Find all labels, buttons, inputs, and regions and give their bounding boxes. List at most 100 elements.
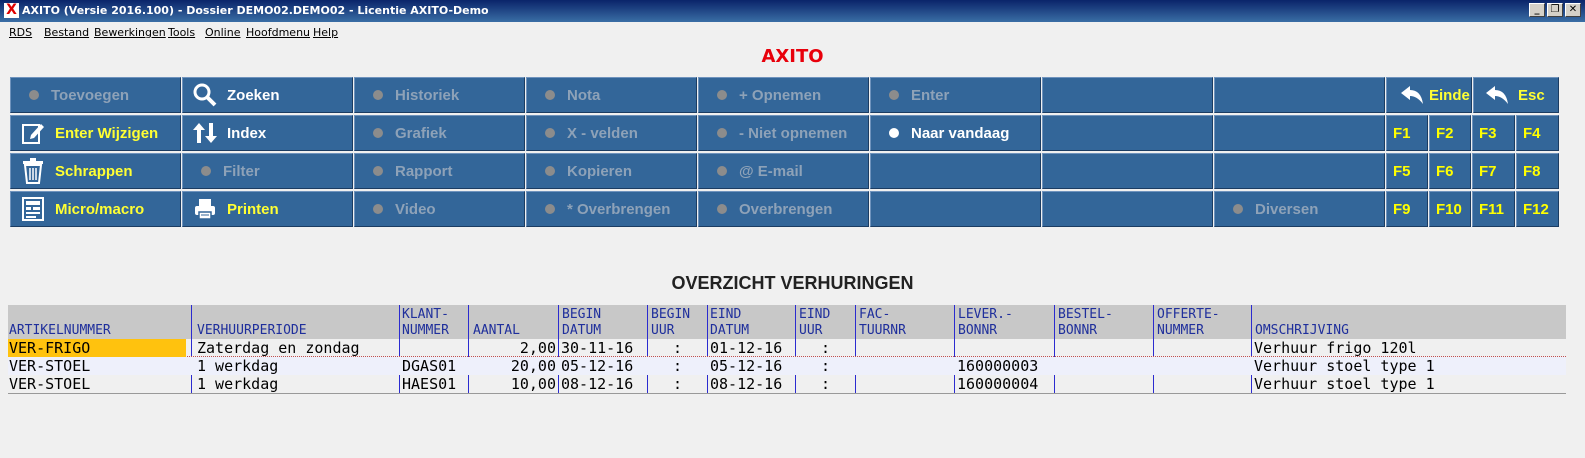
col-header-leverbonnr[interactable]: LEVER.- BONNR (957, 305, 1053, 339)
toevoegen-button[interactable]: Toevoegen (10, 77, 181, 113)
cell-factuurnr[interactable] (857, 375, 953, 393)
cell-verhuurperiode[interactable]: 1 werkdag (196, 375, 396, 393)
cell-eind-datum[interactable]: 01-12-16 (709, 339, 794, 357)
menu-bestand[interactable]: Bestand (44, 26, 89, 39)
f10-key[interactable]: F10 (1429, 191, 1471, 227)
cell-eind-uur[interactable]: : (796, 339, 854, 357)
niet-opnemen-button[interactable]: - Niet opnemen (698, 115, 869, 151)
cell-bestelbonnr[interactable] (1056, 339, 1152, 357)
historiek-button[interactable]: Historiek (354, 77, 525, 113)
col-header-offertenummer[interactable]: OFFERTE- NUMMER (1156, 305, 1252, 339)
f5-key[interactable]: F5 (1386, 153, 1428, 189)
table-row[interactable]: VER-STOEL 1 werkdag HAES01 10,00 08-12-1… (8, 375, 1566, 393)
star-overbrengen-button[interactable]: * Overbrengen (526, 191, 697, 227)
cell-artikelnummer[interactable]: VER-STOEL (8, 357, 186, 375)
cell-bestelbonnr[interactable] (1056, 357, 1152, 375)
cell-factuurnr[interactable] (857, 357, 953, 375)
menu-help[interactable]: Help (313, 26, 338, 39)
email-button[interactable]: @ E-mail (698, 153, 869, 189)
minimize-icon[interactable]: _ (1529, 3, 1545, 17)
menu-tools[interactable]: Tools (168, 26, 195, 39)
naar-vandaag-button[interactable]: Naar vandaag (870, 115, 1041, 151)
col-header-omschrijving[interactable]: OMSCHRIJVING (1254, 305, 1554, 339)
schrappen-button[interactable]: Schrappen (10, 153, 181, 189)
close-icon[interactable]: ✕ (1565, 3, 1581, 17)
f3-key[interactable]: F3 (1472, 115, 1515, 151)
cell-eind-uur[interactable]: : (796, 375, 854, 393)
cell-klantnummer[interactable]: HAES01 (401, 375, 467, 393)
cell-artikelnummer[interactable]: VER-STOEL (8, 375, 186, 393)
cell-verhuurperiode[interactable]: 1 werkdag (196, 357, 396, 375)
cell-offertenummer[interactable] (1155, 357, 1250, 375)
menu-online[interactable]: Online (205, 26, 240, 39)
cell-begin-uur[interactable]: : (648, 339, 706, 357)
micro-macro-button[interactable]: Micro/macro (10, 191, 181, 227)
einde-button[interactable]: Einde (1386, 77, 1472, 113)
f11-key[interactable]: F11 (1472, 191, 1515, 227)
cell-leverbonnr[interactable]: 160000003 (956, 357, 1053, 375)
enter-button[interactable]: Enter (870, 77, 1041, 113)
cell-klantnummer[interactable] (401, 339, 467, 357)
col-header-begin-uur[interactable]: BEGIN UUR (650, 305, 706, 339)
cell-omschrijving[interactable]: Verhuur stoel type 1 (1253, 375, 1563, 393)
cell-aantal[interactable]: 20,00 (469, 357, 558, 375)
col-header-bestelbonnr[interactable]: BESTEL- BONNR (1057, 305, 1153, 339)
nota-button[interactable]: Nota (526, 77, 697, 113)
index-button[interactable]: Index (182, 115, 353, 151)
cell-leverbonnr[interactable]: 160000004 (956, 375, 1053, 393)
cell-begin-datum[interactable]: 08-12-16 (560, 375, 646, 393)
f9-key[interactable]: F9 (1386, 191, 1428, 227)
f6-key[interactable]: F6 (1429, 153, 1471, 189)
cell-aantal[interactable]: 2,00 (469, 339, 558, 357)
menu-hoofdmenu[interactable]: Hoofdmenu (246, 26, 310, 39)
cell-leverbonnr[interactable] (956, 339, 1053, 357)
cell-artikelnummer[interactable]: VER-FRIGO (8, 339, 186, 357)
cell-begin-datum[interactable]: 30-11-16 (560, 339, 646, 357)
cell-offertenummer[interactable] (1155, 339, 1250, 357)
filter-button[interactable]: Filter (182, 153, 353, 189)
cell-begin-uur[interactable]: : (648, 375, 706, 393)
col-header-eind-uur[interactable]: EIND UUR (798, 305, 854, 339)
col-header-factuurnr[interactable]: FAC- TUURNR (858, 305, 953, 339)
col-header-begin-datum[interactable]: BEGIN DATUM (561, 305, 645, 339)
f2-key[interactable]: F2 (1429, 115, 1471, 151)
printen-button[interactable]: Printen (182, 191, 353, 227)
col-header-artikelnummer[interactable]: ARTIKELNUMMER (8, 305, 190, 339)
cell-factuurnr[interactable] (857, 339, 953, 357)
cell-eind-datum[interactable]: 05-12-16 (709, 357, 794, 375)
menu-rds[interactable]: RDS (9, 26, 32, 39)
restore-icon[interactable]: ❐ (1547, 3, 1563, 17)
cell-aantal[interactable]: 10,00 (469, 375, 558, 393)
f4-key[interactable]: F4 (1516, 115, 1559, 151)
f8-key[interactable]: F8 (1516, 153, 1559, 189)
f7-key[interactable]: F7 (1472, 153, 1515, 189)
overbrengen-button[interactable]: Overbrengen (698, 191, 869, 227)
window-title-bar[interactable]: X AXITO (Versie 2016.100) - Dossier DEMO… (0, 0, 1585, 22)
grafiek-button[interactable]: Grafiek (354, 115, 525, 151)
col-header-verhuurperiode[interactable]: VERHUURPERIODE (196, 305, 399, 339)
opnemen-button[interactable]: + Opnemen (698, 77, 869, 113)
kopieren-button[interactable]: Kopieren (526, 153, 697, 189)
zoeken-button[interactable]: Zoeken (182, 77, 353, 113)
cell-klantnummer[interactable]: DGAS01 (401, 357, 467, 375)
cell-eind-datum[interactable]: 08-12-16 (709, 375, 794, 393)
x-velden-button[interactable]: X - velden (526, 115, 697, 151)
enter-wijzigen-button[interactable]: Enter Wijzigen (10, 115, 181, 151)
col-header-klantnummer[interactable]: KLANT- NUMMER (401, 305, 467, 339)
f1-key[interactable]: F1 (1386, 115, 1428, 151)
rapport-button[interactable]: Rapport (354, 153, 525, 189)
col-header-aantal[interactable]: AANTAL (472, 305, 558, 339)
table-row[interactable]: VER-STOEL 1 werkdag DGAS01 20,00 05-12-1… (8, 357, 1566, 375)
cell-omschrijving[interactable]: Verhuur stoel type 1 (1253, 357, 1563, 375)
cell-begin-uur[interactable]: : (648, 357, 706, 375)
cell-verhuurperiode[interactable]: Zaterdag en zondag (196, 339, 396, 357)
col-header-eind-datum[interactable]: EIND DATUM (709, 305, 794, 339)
cell-offertenummer[interactable] (1155, 375, 1250, 393)
cell-omschrijving[interactable]: Verhuur frigo 120l (1253, 339, 1563, 357)
table-row[interactable]: VER-FRIGO Zaterdag en zondag 2,00 30-11-… (8, 339, 1566, 357)
esc-button[interactable]: Esc (1473, 77, 1559, 113)
f12-key[interactable]: F12 (1516, 191, 1559, 227)
menu-bewerkingen[interactable]: Bewerkingen (94, 26, 166, 39)
cell-eind-uur[interactable]: : (796, 357, 854, 375)
cell-begin-datum[interactable]: 05-12-16 (560, 357, 646, 375)
